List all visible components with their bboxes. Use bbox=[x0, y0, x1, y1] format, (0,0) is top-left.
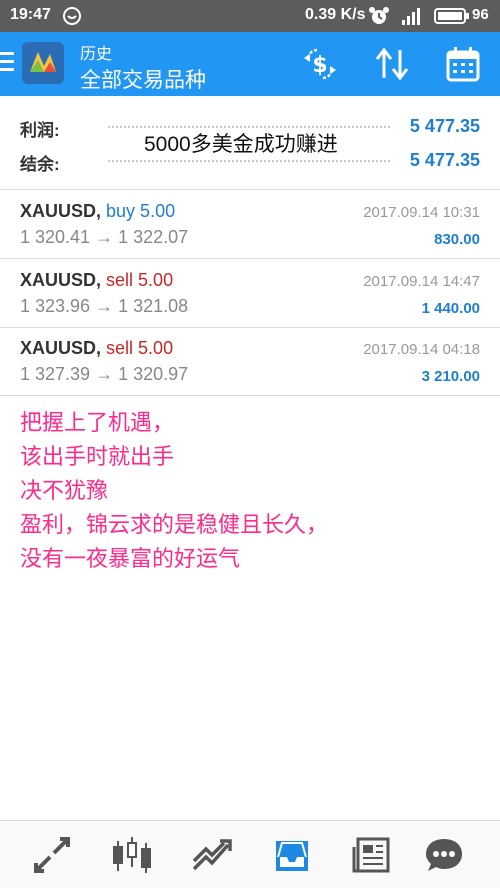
profit-label: 利润: bbox=[20, 121, 60, 140]
trade-symbol-line: XAUUSD, sell 5.00 bbox=[20, 338, 173, 359]
trade-profit: 1 440.00 bbox=[421, 300, 480, 317]
profit-value: 5 477.35 bbox=[409, 116, 480, 136]
promo-notes: 把握上了机遇， 该出手时就出手 决不犹豫 盈利，锦云求的是稳健且长久， 没有一夜… bbox=[20, 406, 328, 576]
network-speed: 0.39 K/s bbox=[305, 6, 366, 23]
chat-icon[interactable] bbox=[422, 833, 466, 877]
battery-level: 96 bbox=[472, 6, 489, 23]
news-icon[interactable] bbox=[350, 833, 394, 877]
quotes-icon[interactable] bbox=[30, 833, 74, 877]
trade-profit: 3 210.00 bbox=[421, 368, 480, 385]
note-line: 该出手时就出手 bbox=[20, 444, 175, 469]
chart-icon[interactable] bbox=[110, 833, 154, 877]
status-bar: 19:47 0.39 K/s 96 bbox=[0, 0, 500, 32]
svg-text:$: $ bbox=[312, 53, 327, 78]
trade-date: 2017.09.14 14:47 bbox=[363, 273, 480, 290]
balance-value: 5 477.35 bbox=[409, 150, 480, 170]
trade-row[interactable]: XAUUSD, buy 5.00 1 320.41 → 1 322.07 201… bbox=[0, 191, 500, 259]
trade-symbol-line: XAUUSD, sell 5.00 bbox=[20, 270, 173, 291]
trade-side: sell 5.00 bbox=[106, 338, 174, 358]
status-time: 19:47 bbox=[10, 6, 51, 23]
dotted-leader bbox=[108, 160, 390, 162]
metatrader-logo-icon bbox=[22, 42, 64, 84]
header-subtitle: 历史 bbox=[80, 46, 113, 63]
trade-symbol: XAUUSD, bbox=[20, 270, 102, 290]
menu-icon[interactable] bbox=[0, 52, 14, 76]
header-title[interactable]: 全部交易品种 bbox=[80, 64, 206, 94]
note-line: 盈利，锦云求的是稳健且长久， bbox=[20, 512, 329, 537]
trade-symbol-line: XAUUSD, buy 5.00 bbox=[20, 201, 175, 222]
trade-side: sell 5.00 bbox=[106, 270, 174, 290]
currency-exchange-icon[interactable]: $ bbox=[300, 44, 340, 84]
trade-symbol: XAUUSD, bbox=[20, 338, 102, 358]
app-notification-icon bbox=[63, 7, 81, 25]
trade-symbol: XAUUSD, bbox=[20, 201, 102, 221]
bottom-navigation bbox=[0, 820, 500, 888]
trade-side: buy 5.00 bbox=[106, 201, 176, 221]
battery-icon bbox=[434, 8, 469, 24]
history-icon[interactable] bbox=[270, 833, 314, 877]
trade-date: 2017.09.14 04:18 bbox=[363, 341, 480, 358]
trade-icon[interactable] bbox=[190, 833, 234, 877]
note-line: 决不犹豫 bbox=[20, 478, 109, 503]
trade-profit: 830.00 bbox=[434, 231, 480, 248]
app-bar: 历史 全部交易品种 $ bbox=[0, 32, 500, 96]
trade-prices: 1 320.41 → 1 322.07 bbox=[20, 227, 189, 247]
trade-prices: 1 327.39 → 1 320.97 bbox=[20, 364, 189, 384]
overlay-caption: 5000多美金成功赚进 bbox=[140, 128, 342, 158]
balance-label: 结余: bbox=[20, 155, 60, 174]
note-line: 把握上了机遇， bbox=[20, 410, 175, 435]
trade-prices: 1 323.96 → 1 321.08 bbox=[20, 296, 189, 316]
calendar-icon[interactable] bbox=[443, 44, 483, 84]
signal-icon bbox=[402, 8, 420, 25]
trade-row[interactable]: XAUUSD, sell 5.00 1 327.39 → 1 320.97 20… bbox=[0, 328, 500, 396]
sort-icon[interactable] bbox=[372, 44, 412, 84]
alarm-icon bbox=[369, 7, 389, 24]
trade-date: 2017.09.14 10:31 bbox=[363, 204, 480, 221]
trade-row[interactable]: XAUUSD, sell 5.00 1 323.96 → 1 321.08 20… bbox=[0, 260, 500, 328]
note-line: 没有一夜暴富的好运气 bbox=[20, 546, 241, 571]
